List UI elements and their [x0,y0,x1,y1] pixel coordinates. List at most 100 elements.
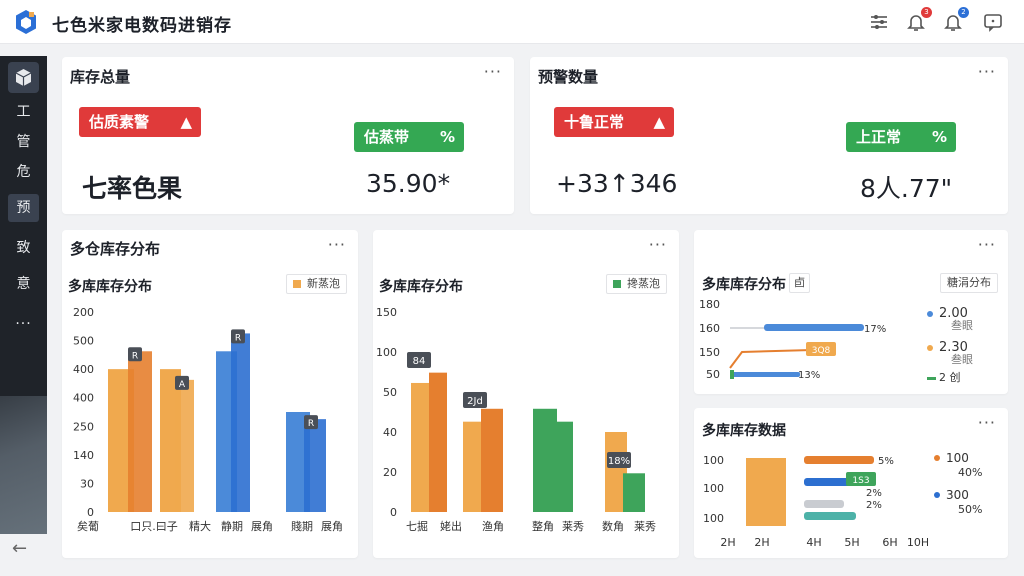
y-tick-label: 20 [383,466,397,479]
x-tick-label: 2H [754,536,769,549]
card-title: 预警数量 [538,68,599,86]
bar-chart-1: 200500400400250140300RARR矣葡 口只.曰子 精大 静期 展角 賤期… [73,306,343,533]
data-label: 2% [866,500,882,511]
card-more-icon[interactable]: ··· [484,62,502,81]
sidebar-more[interactable]: ... [8,312,39,328]
chart-subtitle: 多库库存分布 [702,277,786,293]
sidebar-cube-icon[interactable] [8,62,39,93]
card-more-icon[interactable]: ··· [978,235,996,254]
x-tick-label: 渔角 [482,520,504,533]
card-more-icon[interactable]: ··· [328,235,346,254]
y-tick-label: 400 [73,392,94,405]
y-tick-label: 0 [390,506,397,519]
card-warning-count: 预警数量 ··· 十鲁正常 ▲ 上正常% +33↑346 8人.77" [530,57,1008,214]
filter-icon[interactable] [868,11,890,33]
bar [304,419,326,512]
legend-pct: 50% [958,503,983,516]
x-tick-label: 整角 [532,519,554,533]
y-tick-label: 30 [80,477,94,490]
notification-icon[interactable]: 2 [942,7,969,33]
sidebar-item-3[interactable]: 危 [8,158,39,186]
warning-pill[interactable]: 估质素警 ▲ [79,107,201,137]
back-arrow-icon[interactable]: ← [12,538,27,559]
card-total-stock: 库存总量 ··· 估质素警 ▲ 估蒸带% 七率色果 35.90* [62,57,514,214]
chart-legend: 100 40% 300 50% [934,452,982,516]
bar [730,372,800,377]
app-title: 七色米家电数码进销存 [52,16,232,36]
y-tick-label: 180 [699,300,720,311]
chart-subtitle: 多库库存分布 [68,279,152,295]
data-label: R [132,351,138,361]
y-tick-label: 200 [73,306,94,319]
bell-icon[interactable]: 3 [905,7,932,33]
legend-pct: 40% [958,466,983,479]
bar [746,458,786,526]
x-tick-label: 静期 [221,519,243,533]
bar [804,456,874,464]
legend-tag[interactable]: 糖涓分布 [940,273,998,293]
chart-subtitle: 多库库存数据 [702,423,786,439]
data-label: 3Q8 [812,346,831,356]
x-tick-label: 4H [806,536,821,549]
y-tick-label: 50 [383,386,397,399]
bar-chart-2: 1501005040200842Jd18%七掘 姥出 渔角 整角 莱秀 数角 莱秀 [376,306,656,533]
percent-icon: % [439,128,455,146]
data-label: 5% [878,456,894,467]
y-tick-label: 150 [376,306,397,319]
y-tick-label: 400 [73,363,94,376]
stat-value: 七率色果 [82,174,183,203]
y-tick-label: 100 [703,482,724,495]
y-tick-label: 500 [73,335,94,348]
stat-value: 35.90* [366,169,451,198]
data-label: 18% [608,456,630,467]
bar [481,408,503,512]
x-tick-label: 10H [907,536,928,549]
message-icon[interactable] [982,11,1004,33]
chart-legend: 2.00 叁眼 2.30 叁眼 2 创 [927,307,973,384]
x-tick-label: 数角 [602,520,624,533]
data-label: 1S3 [852,476,869,486]
bar [175,379,194,512]
legend-label: 叁眼 [951,319,973,332]
y-tick-label: 140 [73,449,94,462]
normal-pill[interactable]: 上正常% [846,122,956,152]
sidebar-item-6[interactable]: 意 [8,270,39,298]
data-label: 2Jd [467,396,483,407]
x-tick-label: 2H [720,536,735,549]
sidebar-item-4[interactable]: 预 [8,194,39,222]
sidebar-item-2[interactable]: 管 [8,128,39,156]
x-tick-label: 姥出 [440,519,462,533]
y-tick-label: 50 [706,368,720,381]
warning-pill[interactable]: 十鲁正常 ▲ [554,107,674,137]
top-bar: 七色米家电数码进销存 3 2 [0,0,1024,44]
legend-tag[interactable]: 新蒸泡 [286,274,347,294]
sidebar-item-1[interactable]: 工 [8,98,39,126]
bar [804,512,856,520]
bar-chart-4: 100 100 100 5% 1S3 2%2% 2H 2H 4H 5H 6H 10H [703,454,928,549]
x-tick-label: 展角 [321,520,343,533]
y-tick-label: 100 [376,346,397,359]
card-distribution-4: ··· 多库库存数据 100 100 100 5% 1S3 2% 2% 2H 2H 4H 5H 6H 1… [694,408,1008,558]
x-tick-label: 展角 [251,520,273,533]
x-tick-label: 賤期 [291,519,313,533]
pill-label: 估蒸带 [364,128,410,146]
normal-pill[interactable]: 估蒸带% [354,122,464,152]
chart-subtitle: 多库库存分布 [379,279,463,295]
bar [429,372,447,512]
bell-badge: 3 [921,7,932,18]
card-more-icon[interactable]: ··· [978,62,996,81]
y-tick-label: 100 [703,454,724,467]
sidebar-item-5[interactable]: 致 [8,234,39,262]
bar [804,500,844,508]
legend-tag[interactable]: 搀蒸泡 [606,274,667,294]
warning-icon: ▲ [653,113,665,131]
chart-subtitle-icon[interactable]: 卣 [789,273,810,293]
data-label: 84 [413,356,426,367]
app-logo-icon[interactable] [14,9,38,35]
data-label: 2% [866,488,882,499]
card-more-icon[interactable]: ··· [649,235,667,254]
card-more-icon[interactable]: ··· [978,413,996,432]
pill-label: 十鲁正常 [564,113,625,131]
y-tick-label: 160 [699,322,720,335]
data-label: 17% [864,324,886,335]
